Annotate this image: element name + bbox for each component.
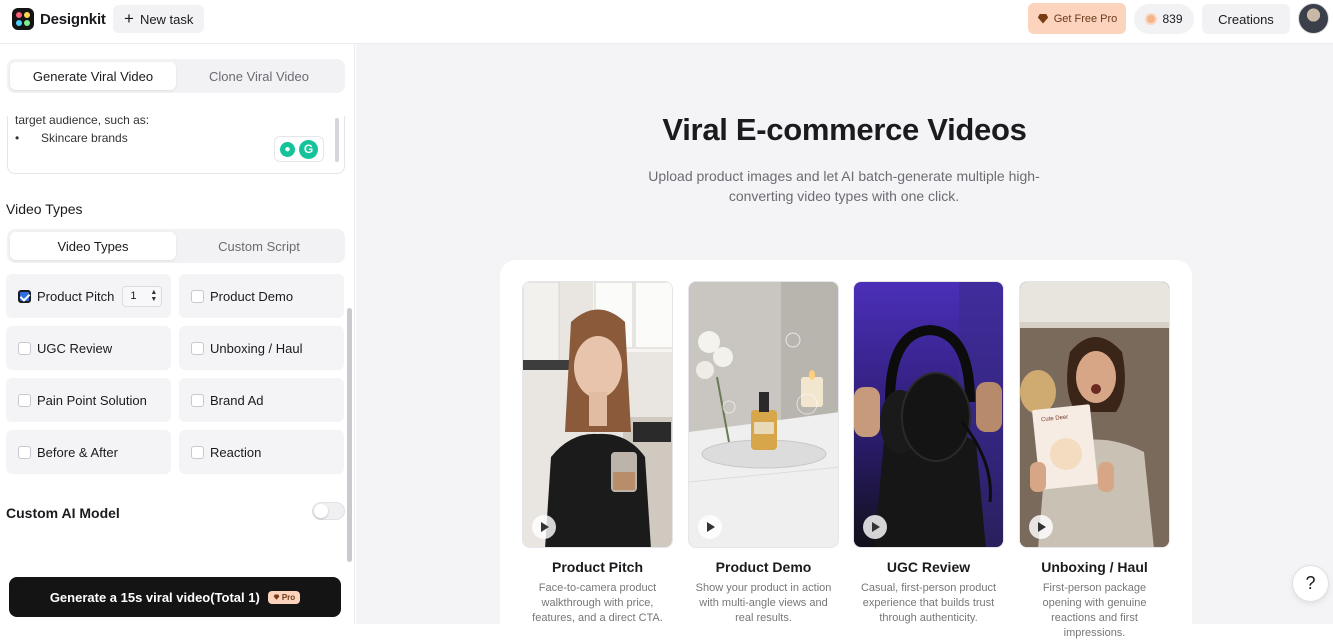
video-card-description: Casual, first-person product experience … <box>860 582 997 624</box>
avatar[interactable] <box>1298 3 1329 34</box>
video-card-ugc-review[interactable]: UGC Review Casual, first-person product … <box>853 281 1004 626</box>
video-card-product-demo[interactable]: Product Demo Show your product in action… <box>688 281 839 626</box>
checkbox[interactable] <box>18 341 31 355</box>
video-thumbnail[interactable]: Cute Deer <box>1019 281 1170 548</box>
video-thumbnail[interactable] <box>688 281 839 548</box>
generate-label: Generate a 15s viral video(Total 1) <box>49 589 260 605</box>
main-content: Viral E-commerce Videos Upload product i… <box>356 44 1333 640</box>
video-card-description: First-person package opening with genuin… <box>1042 582 1147 639</box>
get-pro-label: Get Free Pro <box>1053 12 1118 25</box>
video-type-unboxing-haul[interactable]: Unboxing / Haul <box>179 326 344 370</box>
get-free-pro-button[interactable]: Get Free Pro <box>1028 3 1126 34</box>
video-card-description: Show your product in action with multi-a… <box>695 582 832 624</box>
video-card-title: Product Demo <box>715 559 812 575</box>
unboxing-haul-thumbnail-image: Cute Deer <box>1020 282 1169 547</box>
custom-ai-model-label: Custom AI Model <box>6 505 120 521</box>
video-thumbnail[interactable] <box>522 281 673 548</box>
video-type-product-demo[interactable]: Product Demo <box>179 274 344 318</box>
toggle-knob <box>314 504 328 518</box>
tab-custom-script[interactable]: Custom Script <box>176 232 342 260</box>
play-icon[interactable] <box>532 515 556 539</box>
pro-badge: Pro <box>267 590 301 604</box>
video-card-title: Unboxing / Haul <box>1041 559 1148 575</box>
video-type-brand-ad[interactable]: Brand Ad <box>179 378 344 422</box>
video-card-title: UGC Review <box>886 559 971 575</box>
stepper-arrows-icon[interactable]: ▲ ▼ <box>150 289 157 303</box>
video-type-ugc-review[interactable]: UGC Review <box>6 326 171 370</box>
video-showcase: Product Pitch Face-to-camera product wal… <box>500 260 1192 640</box>
video-type-reaction[interactable]: Reaction <box>179 430 344 474</box>
generate-video-button[interactable]: Generate a 15s viral video(Total 1) Pro <box>9 577 341 617</box>
checkbox[interactable] <box>191 341 204 355</box>
credits-count: 839 <box>1162 12 1183 26</box>
prompt-textarea[interactable]: target audience, such as: • Skincare bran… <box>7 116 345 174</box>
app-logo[interactable]: Designkit <box>12 8 106 30</box>
product-demo-thumbnail-image <box>689 282 838 547</box>
tab-generate-viral-video[interactable]: Generate Viral Video <box>10 62 176 90</box>
video-card-title: Product Pitch <box>551 559 643 575</box>
video-types-heading: Video Types <box>6 201 83 217</box>
play-icon[interactable] <box>698 515 722 539</box>
mode-tabs: Generate Viral Video Clone Viral Video <box>7 59 345 93</box>
tab-clone-viral-video[interactable]: Clone Viral Video <box>176 62 342 90</box>
checkbox[interactable] <box>18 445 31 459</box>
diamond-heart-icon <box>273 594 280 600</box>
tab-video-types[interactable]: Video Types <box>10 232 176 260</box>
grammarly-icon: G <box>299 139 318 159</box>
creations-button[interactable]: Creations <box>1202 4 1290 34</box>
textarea-scrollbar[interactable] <box>335 118 339 162</box>
product-pitch-thumbnail-image <box>523 282 672 547</box>
sidebar: Generate Viral Video Clone Viral Video t… <box>0 44 355 624</box>
page-subtitle: Upload product images and let AI batch-g… <box>648 168 1040 204</box>
ugc-review-thumbnail-image <box>854 282 1003 547</box>
grammarly-widget[interactable]: ● G <box>274 136 324 162</box>
lightbulb-icon: ● <box>280 141 295 157</box>
prompt-line: • Skincare brands <box>15 131 128 145</box>
top-bar: Designkit + New task Get Free Pro 839 Cr… <box>0 0 1333 44</box>
custom-ai-model-toggle[interactable] <box>312 502 345 520</box>
video-type-before-after[interactable]: Before & After <box>6 430 171 474</box>
checkbox[interactable] <box>18 289 31 303</box>
help-button[interactable]: ? <box>1292 565 1329 602</box>
page-title: Viral E-commerce Videos <box>662 112 1027 147</box>
checkbox[interactable] <box>191 393 204 407</box>
video-type-product-pitch[interactable]: Product Pitch 1 ▲ ▼ <box>6 274 171 318</box>
video-card-product-pitch[interactable]: Product Pitch Face-to-camera product wal… <box>522 281 673 626</box>
sidebar-scrollbar[interactable] <box>347 308 352 562</box>
video-card-unboxing-haul[interactable]: Cute Deer Unboxing / Haul First-person p… <box>1019 281 1170 641</box>
credits-badge[interactable]: 839 <box>1134 4 1194 34</box>
app-name: Designkit <box>40 10 106 28</box>
checkbox[interactable] <box>191 445 204 459</box>
play-icon[interactable] <box>1029 515 1053 539</box>
diamond-heart-icon <box>1037 14 1048 24</box>
checkbox[interactable] <box>18 393 31 407</box>
new-task-label: New task <box>139 11 194 27</box>
designkit-logo-icon <box>12 8 34 30</box>
video-types-tabs: Video Types Custom Script <box>7 229 345 263</box>
new-task-button[interactable]: + New task <box>113 5 205 33</box>
play-icon[interactable] <box>863 515 887 539</box>
video-type-pain-point-solution[interactable]: Pain Point Solution <box>6 378 171 422</box>
plus-icon: + <box>124 8 134 28</box>
prompt-line: target audience, such as: <box>15 116 150 127</box>
checkbox[interactable] <box>191 289 204 303</box>
quantity-stepper[interactable]: 1 ▲ ▼ <box>122 285 163 307</box>
video-thumbnail[interactable] <box>853 281 1004 548</box>
coin-icon <box>1145 13 1158 25</box>
video-card-description: Face-to-camera product walkthrough with … <box>532 582 663 624</box>
